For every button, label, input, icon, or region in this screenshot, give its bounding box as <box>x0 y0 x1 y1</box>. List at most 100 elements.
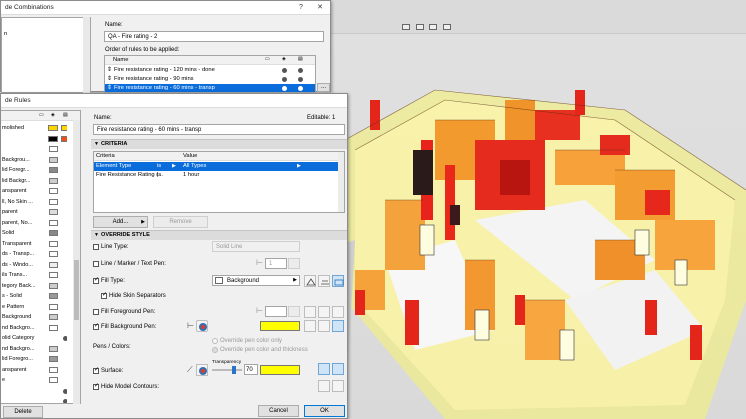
3d-model-view[interactable] <box>325 0 746 419</box>
list-item[interactable]: n <box>2 30 90 39</box>
combination-name-input[interactable]: QA - Fire rating - 2 <box>104 31 324 42</box>
rule-list-item[interactable]: parent, No... <box>1 218 67 228</box>
hide-contours-checkbox[interactable] <box>93 384 99 390</box>
drag-handle-icon[interactable]: ⇕ <box>107 84 112 92</box>
rule-order-row[interactable]: ⇕ Fire resistance rating - 120 mins - don… <box>105 66 315 75</box>
rule-list-item[interactable]: ansparent <box>1 365 67 375</box>
ok-button[interactable]: OK <box>304 405 345 417</box>
rule-list-item[interactable]: nd Backgro... <box>1 323 67 333</box>
contour-section-icon[interactable] <box>332 380 344 392</box>
line-type-checkbox[interactable] <box>93 244 99 250</box>
rule-list-item[interactable]: ils Trans... <box>1 270 67 280</box>
pen-picker-button[interactable] <box>288 258 300 269</box>
criteria-row[interactable]: Element Type is ▶ All Types ▶ <box>94 162 338 171</box>
fill-fg-pen-input[interactable] <box>265 306 287 317</box>
rule-list-item[interactable]: Solid <box>1 228 67 238</box>
combinations-list[interactable]: n <box>1 17 91 93</box>
criteria-operator[interactable]: is <box>157 171 161 180</box>
line-type-select[interactable]: Solid Line <box>212 241 300 252</box>
drag-handle-icon[interactable]: ⇕ <box>107 66 112 75</box>
transparency-input[interactable]: 70 <box>244 364 258 375</box>
section-icon[interactable] <box>318 306 330 318</box>
rule-order-row[interactable]: ⇕ Fire resistance rating - 90 mins <box>105 75 315 84</box>
rule-list-item[interactable]: parent <box>1 207 67 217</box>
rule-list-item[interactable]: olid Category <box>1 333 67 343</box>
close-button[interactable]: ✕ <box>314 3 326 13</box>
surface-3d-icon[interactable] <box>318 363 330 375</box>
rule-list-item[interactable]: s - Solid <box>1 291 67 301</box>
rule-list-item[interactable]: ll, No Skin ... <box>1 197 67 207</box>
delete-button[interactable]: Delete <box>3 406 43 418</box>
rule-list-item[interactable]: lid Backgr... <box>1 176 67 186</box>
line-pen-checkbox[interactable] <box>93 261 99 267</box>
pen-color-only-radio[interactable] <box>212 338 218 344</box>
fill-bg-checkbox[interactable] <box>93 324 99 330</box>
override-rules-dialog: de Rules ▭ ◈ ▤ molished Backgrou... lid Fo… <box>0 93 348 419</box>
rule-list-item[interactable] <box>1 144 67 154</box>
criteria-section-header[interactable]: ▼ CRITERIA <box>91 139 347 149</box>
cut-icon[interactable] <box>332 306 344 318</box>
rule-list-item[interactable]: ansparent <box>1 186 67 196</box>
criteria-table[interactable]: Criteria Value Element Type is ▶ All Types ▶… <box>93 151 345 213</box>
color-wheel-icon[interactable] <box>196 364 208 376</box>
fill-fg-checkbox[interactable] <box>93 309 99 315</box>
add-criteria-button[interactable]: Add... ▶ <box>93 216 148 228</box>
hide-skin-checkbox[interactable] <box>101 293 107 299</box>
rule-list-item[interactable]: lid Foregro... <box>1 354 67 364</box>
fill-bg-color-swatch[interactable] <box>260 321 300 331</box>
surface-color-swatch[interactable] <box>260 365 300 375</box>
transparency-slider[interactable] <box>212 366 242 374</box>
criteria-row[interactable]: Fire Resistance Rating (... is 1 hour <box>94 171 338 180</box>
override-style-section-header[interactable]: ▼ OVERRIDE STYLE <box>91 230 347 240</box>
rule-list-item[interactable] <box>1 386 67 396</box>
criteria-value[interactable]: All Types <box>183 162 206 171</box>
remove-criteria-button[interactable]: Remove <box>153 216 208 228</box>
surface-section-icon[interactable] <box>332 363 344 375</box>
scrollbar[interactable] <box>338 152 344 212</box>
fill-plan-icon[interactable] <box>304 275 316 287</box>
rule-list-item[interactable] <box>1 134 67 144</box>
cut-icon[interactable] <box>332 320 344 332</box>
criteria-operator[interactable]: is <box>157 162 161 171</box>
rule-list-item[interactable]: e <box>1 375 67 385</box>
plan-icon[interactable] <box>304 320 316 332</box>
rules-order-list[interactable]: Name ▭ ◈ ▤ ⇕ Fire resistance rating - 120… <box>104 55 316 93</box>
slider-thumb[interactable] <box>232 366 236 374</box>
plan-icon[interactable] <box>304 306 316 318</box>
fill-swatch <box>49 356 58 362</box>
scrollbar-thumb[interactable] <box>74 260 79 320</box>
cancel-button[interactable]: Cancel <box>258 405 299 417</box>
rule-list-item[interactable] <box>1 396 67 403</box>
rule-list-item[interactable]: nd Backgro... <box>1 344 67 354</box>
rules-list[interactable]: ▭ ◈ ▤ molished Backgrou... lid Foregr... li… <box>1 110 81 404</box>
more-button[interactable]: ... <box>317 83 330 92</box>
fill-type-select[interactable]: Background ▶ <box>212 275 300 286</box>
contour-3d-icon[interactable] <box>318 380 330 392</box>
rule-list-item[interactable]: ds - Windo... <box>1 260 67 270</box>
rule-list-item[interactable]: Transparent <box>1 239 67 249</box>
fill-swatch <box>49 303 58 310</box>
color-wheel-icon[interactable] <box>196 320 208 332</box>
rule-name-input[interactable]: Fire resistance rating - 60 mins - trans… <box>93 124 345 135</box>
fill-section-icon[interactable] <box>318 275 330 287</box>
rule-list-item[interactable]: e Pattern <box>1 302 67 312</box>
criteria-value[interactable]: 1 hour <box>183 171 199 180</box>
section-icon[interactable] <box>318 320 330 332</box>
help-button[interactable]: ? <box>295 3 307 13</box>
scrollbar[interactable] <box>83 17 90 93</box>
fill-type-checkbox[interactable] <box>93 278 99 284</box>
surface-checkbox[interactable] <box>93 368 99 374</box>
fill-cut-icon[interactable] <box>332 275 344 287</box>
rule-list-item[interactable]: Background <box>1 312 67 322</box>
drag-handle-icon[interactable]: ⇕ <box>107 75 112 84</box>
rule-list-item[interactable]: ds - Transp... <box>1 249 67 259</box>
rule-list-item[interactable]: molished <box>1 123 67 133</box>
pen-number-input[interactable]: 1 <box>265 258 287 269</box>
rule-list-item[interactable]: Backgrou... <box>1 155 67 165</box>
pen-picker-button[interactable] <box>288 306 300 317</box>
pen-color-thickness-radio[interactable] <box>212 347 218 353</box>
rule-list-item[interactable]: tegory Back... <box>1 281 67 291</box>
rule-list-item[interactable]: lid Foregr... <box>1 165 67 175</box>
scrollbar[interactable] <box>73 120 80 404</box>
rule-order-row[interactable]: ⇕ Fire resistance rating - 60 mins - tran… <box>105 84 315 92</box>
